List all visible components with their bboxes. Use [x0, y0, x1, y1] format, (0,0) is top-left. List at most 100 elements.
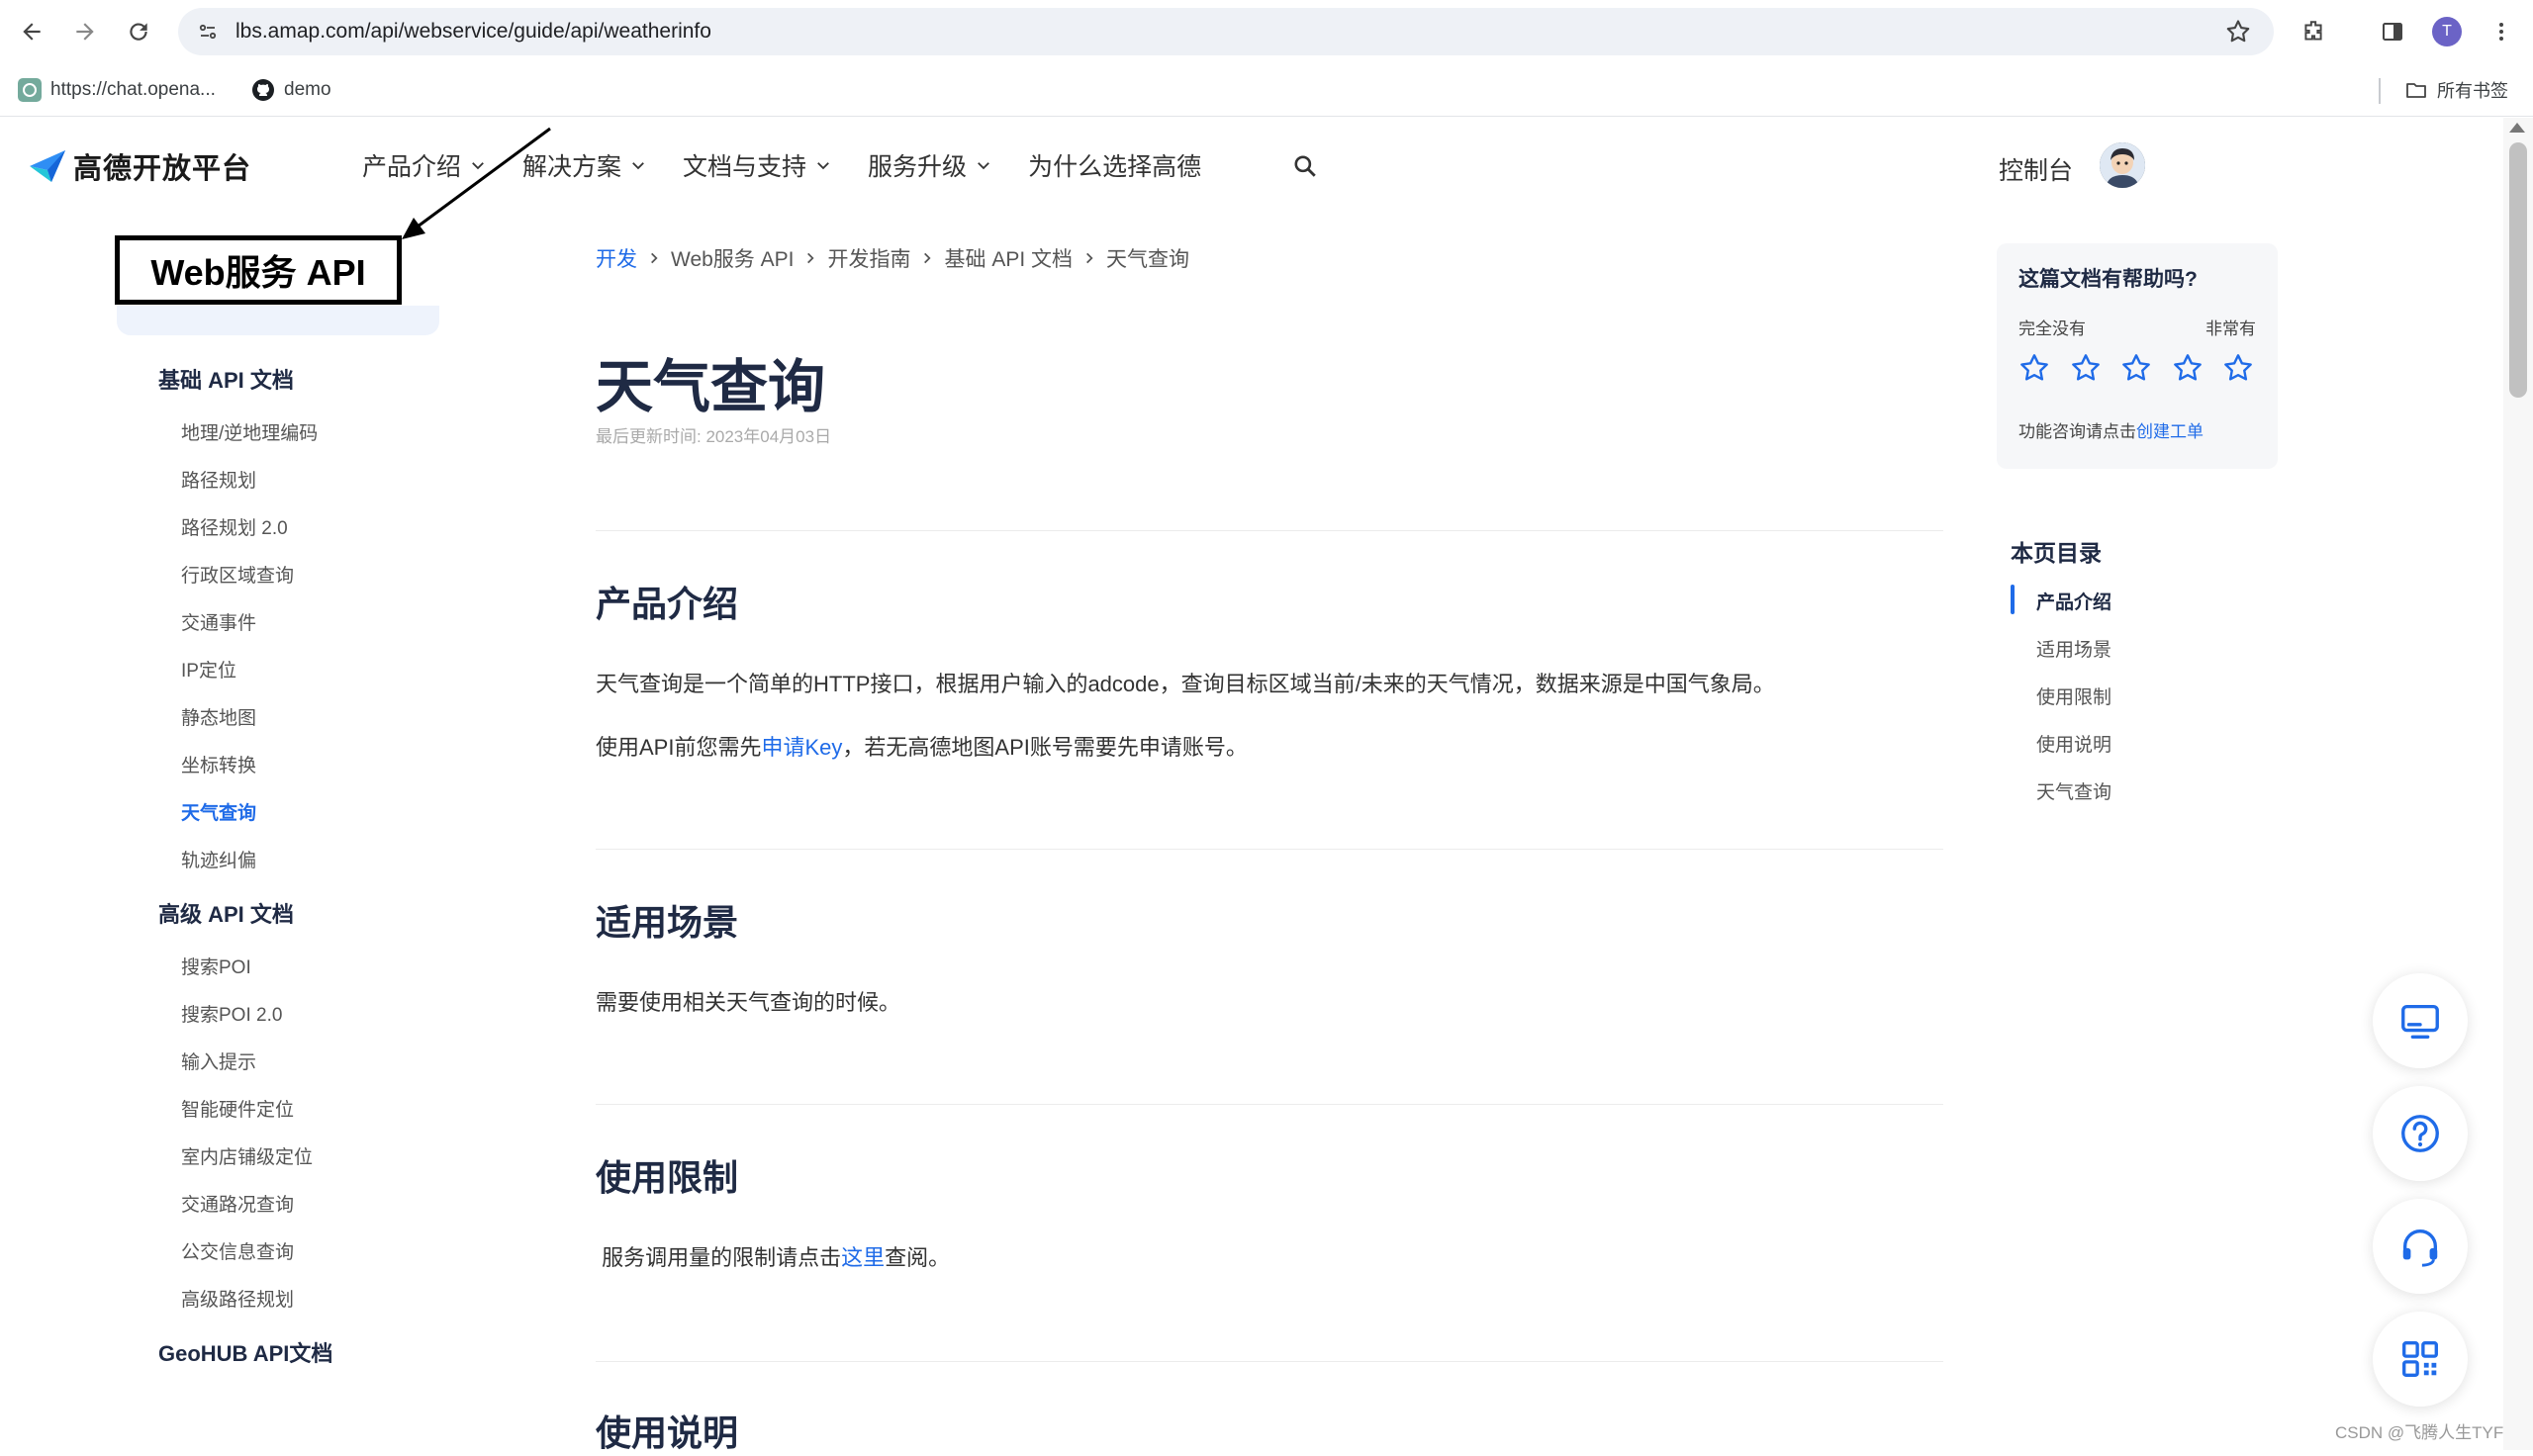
- sidebar-item-route-v2[interactable]: 路径规划 2.0: [181, 513, 288, 540]
- sidebar-item-coord-convert[interactable]: 坐标转换: [181, 751, 256, 777]
- scroll-up-arrow-icon[interactable]: [2509, 123, 2525, 133]
- site-logo[interactable]: 高德开放平台: [28, 145, 251, 187]
- menu-button[interactable]: [2486, 16, 2517, 47]
- forward-button[interactable]: [67, 14, 103, 49]
- monitor-icon: [2401, 1004, 2439, 1039]
- float-monitor-button[interactable]: [2373, 973, 2468, 1068]
- nav-docs-support[interactable]: 文档与支持: [683, 147, 832, 183]
- site-info-icon[interactable]: [186, 10, 230, 53]
- chevron-right-icon: [924, 252, 932, 264]
- sidebar-group-advanced-api[interactable]: 高级 API 文档: [158, 897, 294, 929]
- toc-item-intro[interactable]: 产品介绍: [2036, 588, 2111, 614]
- headset-icon: [2402, 1229, 2438, 1267]
- breadcrumb-basic-api[interactable]: 基础 API 文档: [944, 243, 1073, 273]
- reload-button[interactable]: [121, 14, 156, 49]
- side-panel-button[interactable]: [2377, 16, 2408, 47]
- question-circle-icon: [2401, 1115, 2439, 1152]
- nav-solutions[interactable]: 解决方案: [522, 147, 647, 183]
- rating-high-label: 非常有: [2205, 319, 2256, 338]
- console-link[interactable]: 控制台: [1999, 151, 2073, 187]
- amap-logo-icon: [30, 150, 65, 182]
- sidebar-item-indoor-location[interactable]: 室内店铺级定位: [181, 1142, 313, 1169]
- sidebar-item-search-poi[interactable]: 搜索POI: [181, 953, 251, 979]
- doc-sidebar: 基础 API 文档 地理/逆地理编码 路径规划 路径规划 2.0 行政区域查询 …: [0, 217, 515, 1450]
- breadcrumb-dev[interactable]: 开发: [596, 243, 637, 273]
- bookmark-chatgpt[interactable]: https://chat.opena...: [18, 75, 216, 105]
- breadcrumb: 开发 Web服务 API 开发指南 基础 API 文档 天气查询: [596, 243, 1189, 273]
- rating-low-label: 完全没有: [2018, 319, 2086, 338]
- star-icon[interactable]: [2222, 352, 2254, 384]
- main-nav: 产品介绍 解决方案 文档与支持 服务升级 为什么选择高德: [362, 147, 1237, 183]
- sidebar-item-search-poi-v2[interactable]: 搜索POI 2.0: [181, 1000, 282, 1027]
- kebab-menu-icon: [2499, 23, 2503, 41]
- profile-avatar[interactable]: T: [2432, 17, 2462, 46]
- toc-active-indicator: [2011, 585, 2015, 614]
- star-icon[interactable]: [2070, 352, 2102, 384]
- nav-product-intro[interactable]: 产品介绍: [362, 147, 487, 183]
- bookmarks-separator: [2379, 78, 2381, 104]
- create-ticket-link[interactable]: 创建工单: [2136, 422, 2204, 441]
- star-icon[interactable]: [2172, 352, 2204, 384]
- section-title-limits: 使用限制: [596, 1157, 739, 1198]
- star-icon[interactable]: [2120, 352, 2152, 384]
- sidebar-item-ip-location[interactable]: IP定位: [181, 656, 236, 682]
- toc-item-scenarios[interactable]: 适用场景: [2036, 635, 2111, 662]
- breadcrumb-guide[interactable]: 开发指南: [827, 243, 910, 273]
- search-icon[interactable]: [1292, 153, 1318, 179]
- toc-item-weather[interactable]: 天气查询: [2036, 777, 2111, 804]
- url-text[interactable]: lbs.amap.com/api/webservice/guide/api/we…: [235, 20, 711, 44]
- star-icon[interactable]: [2018, 352, 2050, 384]
- sidebar-item-input-tips[interactable]: 输入提示: [181, 1047, 256, 1074]
- section-title-usage: 使用说明: [596, 1412, 739, 1453]
- nav-why-amap[interactable]: 为什么选择高德: [1028, 147, 1201, 183]
- sidebar-item-hardware-location[interactable]: 智能硬件定位: [181, 1095, 294, 1122]
- toc-item-usage[interactable]: 使用说明: [2036, 730, 2111, 757]
- apply-key-link[interactable]: 申请Key: [761, 735, 842, 760]
- sidebar-item-advanced-route[interactable]: 高级路径规划: [181, 1285, 294, 1312]
- section-title-intro: 产品介绍: [596, 584, 739, 624]
- scrollbar-thumb[interactable]: [2509, 142, 2527, 398]
- limits-here-link[interactable]: 这里: [841, 1245, 885, 1270]
- breadcrumb-web-api[interactable]: Web服务 API: [671, 243, 794, 273]
- puzzle-icon: [2304, 21, 2322, 41]
- sidebar-item-traffic-event[interactable]: 交通事件: [181, 608, 256, 635]
- bookmark-star-icon[interactable]: [2224, 18, 2252, 46]
- bookmark-demo[interactable]: demo: [251, 75, 331, 105]
- sidebar-item-traffic-status[interactable]: 交通路况查询: [181, 1190, 294, 1217]
- qrcode-icon: [2402, 1341, 2438, 1377]
- all-bookmarks-folder[interactable]: 所有书签: [2404, 75, 2508, 105]
- float-qrcode-button[interactable]: [2373, 1312, 2468, 1407]
- chevron-down-icon: [817, 162, 829, 170]
- back-button[interactable]: [14, 14, 49, 49]
- arrow-right-icon: [76, 23, 94, 41]
- sidebar-group-geohub-api[interactable]: GeoHUB API文档: [158, 1336, 332, 1368]
- sidebar-item-weather[interactable]: 天气查询: [181, 798, 256, 825]
- extensions-button[interactable]: [2298, 16, 2329, 47]
- address-bar[interactable]: lbs.amap.com/api/webservice/guide/api/we…: [178, 8, 2274, 55]
- sidebar-item-geocode[interactable]: 地理/逆地理编码: [181, 418, 318, 445]
- sidebar-group-basic-api[interactable]: 基础 API 文档: [158, 363, 294, 395]
- user-avatar[interactable]: [2100, 142, 2145, 188]
- github-icon: [252, 79, 274, 101]
- side-panel-icon: [2383, 23, 2402, 41]
- last-updated: 最后更新时间: 2023年04月03日: [596, 427, 832, 446]
- sidebar-item-grasp-road[interactable]: 轨迹纠偏: [181, 846, 256, 872]
- sidebar-item-static-map[interactable]: 静态地图: [181, 703, 256, 730]
- section-divider: [596, 849, 1943, 850]
- float-help-button[interactable]: [2373, 1086, 2468, 1181]
- chatgpt-icon: [18, 78, 42, 102]
- toc-item-limits[interactable]: 使用限制: [2036, 682, 2111, 709]
- limits-paragraph: 服务调用量的限制请点击这里查阅。: [596, 1245, 951, 1270]
- scenarios-paragraph: 需要使用相关天气查询的时候。: [596, 990, 901, 1015]
- sidebar-item-district[interactable]: 行政区域查询: [181, 561, 294, 588]
- section-divider: [596, 1361, 1943, 1362]
- feedback-card: 这篇文档有帮助吗? 完全没有 非常有 功能咨询请点击创建工单: [1997, 243, 2278, 469]
- sidebar-item-bus-info[interactable]: 公交信息查询: [181, 1237, 294, 1264]
- sidebar-item-route[interactable]: 路径规划: [181, 466, 256, 493]
- folder-icon: [2406, 83, 2426, 98]
- site-header: 高德开放平台 产品介绍 解决方案 文档与支持 服务升级 为什么选择高德 控制台: [0, 118, 2503, 217]
- chevron-down-icon: [472, 162, 484, 170]
- nav-service-upgrade[interactable]: 服务升级: [868, 147, 992, 183]
- float-support-button[interactable]: [2373, 1199, 2468, 1294]
- feedback-question: 这篇文档有帮助吗?: [2018, 268, 2198, 291]
